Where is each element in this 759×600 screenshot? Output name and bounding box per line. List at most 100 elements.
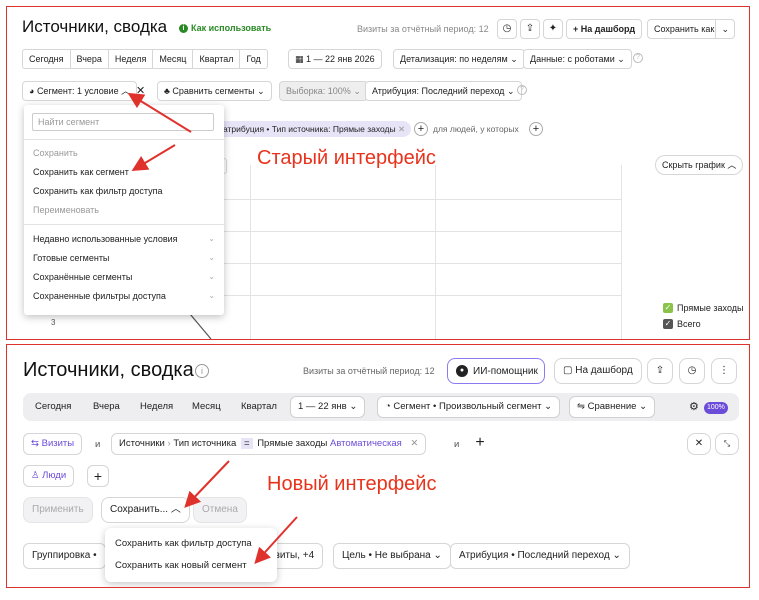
ready-segments-group[interactable]: Готовые сегменты ⌄ xyxy=(33,253,215,263)
help-link[interactable]: i Как использовать xyxy=(179,23,271,33)
saved-segments-group[interactable]: Сохранённые сегменты ⌄ xyxy=(33,272,215,282)
info-icon[interactable]: i xyxy=(195,364,209,378)
save-item[interactable]: Сохранить xyxy=(33,148,78,158)
date-range-button[interactable]: 1 — 22 янв ⌄ xyxy=(290,396,366,418)
period-quarter[interactable]: Квартал xyxy=(241,401,277,412)
save-as-button[interactable]: Сохранить как ⌄ xyxy=(647,19,735,39)
chevron-down-icon: ⌄ xyxy=(208,253,215,262)
period-year[interactable]: Год xyxy=(240,50,266,68)
close-icon[interactable]: ✕ xyxy=(687,433,711,455)
share-icon[interactable]: ⇪ xyxy=(520,19,540,39)
legend-direct[interactable]: ✓ Прямые заходы xyxy=(663,303,743,313)
close-icon[interactable]: ✕ xyxy=(410,438,418,449)
segment-label: Сегмент: 1 условие xyxy=(36,86,119,96)
sample-badge[interactable]: 100% xyxy=(704,402,728,414)
add-people-condition-button[interactable]: + xyxy=(87,465,109,487)
legend-direct-label: Прямые заходы xyxy=(677,303,744,313)
period-week[interactable]: Неделя xyxy=(140,401,173,412)
chevron-down-icon[interactable]: ⌄ xyxy=(715,20,729,38)
apply-button[interactable]: Применить xyxy=(23,497,93,523)
recent-conditions-group[interactable]: Недавно использованные условия ⌄ xyxy=(33,234,215,244)
pie-icon: ◕ xyxy=(29,86,37,96)
add-condition-button[interactable]: + xyxy=(469,433,491,455)
divider xyxy=(24,139,224,140)
grid-line xyxy=(250,165,251,339)
more-icon[interactable]: ⋮ xyxy=(711,358,737,384)
save-as-segment-item[interactable]: Сохранить как сегмент xyxy=(33,167,129,177)
period-yesterday[interactable]: Вчера xyxy=(71,50,109,68)
add-to-dashboard-button[interactable]: ▢ На дашборд xyxy=(554,358,642,384)
segment-button[interactable]: ◕ Сегмент: 1 условие ︿ xyxy=(22,81,138,101)
help-icon[interactable]: ? xyxy=(517,85,527,95)
hide-chart-label: Скрыть график xyxy=(662,160,725,170)
compare-segments-button[interactable]: ♣ Сравнить сегменты ⌄ xyxy=(157,81,272,101)
close-icon[interactable]: ✕ xyxy=(398,124,405,134)
rename-item[interactable]: Переименовать xyxy=(33,205,99,215)
save-as-filter-item[interactable]: Сохранить как фильтр доступа xyxy=(115,538,252,549)
close-icon[interactable]: ✕ xyxy=(136,84,145,97)
period-quarter[interactable]: Квартал xyxy=(193,50,241,68)
collapse-icon[interactable]: ⤡ xyxy=(715,433,739,455)
period-today[interactable]: Сегодня xyxy=(23,50,71,68)
sample-button[interactable]: Выборка: 100% ⌄ xyxy=(279,81,368,101)
save-button[interactable]: Сохранить... ︿ xyxy=(101,497,190,523)
saved-filters-group[interactable]: Сохраненные фильтры доступа ⌄ xyxy=(33,291,215,301)
period-month[interactable]: Месяц xyxy=(153,50,194,68)
period-selector[interactable]: Сегодня Вчера Неделя Месяц Квартал Год xyxy=(22,49,268,69)
checkbox-icon: ✓ xyxy=(663,319,673,329)
add-people-condition-button[interactable]: + xyxy=(529,122,543,136)
grid-line xyxy=(621,165,622,339)
goal-label: Цель • Не выбрана xyxy=(342,550,431,561)
period-yesterday[interactable]: Вчера xyxy=(93,401,120,412)
goal-button[interactable]: Цель • Не выбрана ⌄ xyxy=(333,543,451,569)
chevron-down-icon: ⌄ xyxy=(612,550,621,561)
checkbox-icon: ✓ xyxy=(663,303,673,313)
dashboard-icon: ▢ xyxy=(563,365,576,376)
save-as-filter-item[interactable]: Сохранить как фильтр доступа xyxy=(33,186,162,196)
chevron-down-icon: ⌄ xyxy=(639,401,648,412)
source-filter[interactable]: Источники › Тип источника = Прямые заход… xyxy=(111,433,427,455)
clock-icon[interactable]: ◷ xyxy=(679,358,705,384)
compare-pill[interactable]: ⇋ Сравнение ⌄ xyxy=(569,396,656,418)
settings-icon[interactable]: ⚙ xyxy=(689,400,699,413)
help-icon[interactable]: ? xyxy=(633,53,643,63)
filter-chip[interactable]: атрибуция • Тип источника: Прямые заходы… xyxy=(217,121,412,137)
period-week[interactable]: Неделя xyxy=(109,50,154,68)
share-icon[interactable]: ⇪ xyxy=(647,358,673,384)
save-as-segment-item[interactable]: Сохранить как новый сегмент xyxy=(115,560,247,571)
ai-assistant-button[interactable]: ● ИИ-помощник xyxy=(447,358,545,384)
chevron-down-icon: ⌄ xyxy=(506,86,515,96)
calendar-icon: ▦ xyxy=(295,54,307,64)
filter-chip-label: атрибуция • Тип источника: Прямые заходы xyxy=(223,124,396,134)
detail-select[interactable]: Детализация: по неделям ⌄ xyxy=(393,49,525,69)
segment-pill[interactable]: ◔ Сегмент • Произвольный сегмент ⌄ xyxy=(377,396,561,418)
period-today[interactable]: Сегодня xyxy=(35,401,71,412)
date-range-button[interactable]: ▦ 1 — 22 янв 2026 xyxy=(288,49,382,69)
period-month[interactable]: Месяц xyxy=(192,401,221,412)
add-to-dashboard-button[interactable]: + На дашборд xyxy=(566,19,643,39)
clock-icon[interactable]: ◷ xyxy=(497,19,517,39)
and-text: и xyxy=(454,439,460,450)
visits-counter: Визиты за отчётный период: 12 xyxy=(303,366,435,376)
chevron-down-icon: ⌄ xyxy=(433,550,442,561)
attribution-button[interactable]: Атрибуция • Последний переход ⌄ xyxy=(450,543,630,569)
ai-icon[interactable]: ✦ xyxy=(543,19,563,39)
chevron-up-icon: ︿ xyxy=(727,160,737,170)
cancel-button[interactable]: Отмена xyxy=(193,497,247,523)
data-select[interactable]: Данные: с роботами ⌄ xyxy=(523,49,632,69)
data-label: Данные: с роботами xyxy=(530,54,615,64)
attribution-button[interactable]: Атрибуция: Последний переход ⌄ xyxy=(365,81,522,101)
info-icon: i xyxy=(179,23,188,33)
legend-total[interactable]: ✓ Всего xyxy=(663,319,701,329)
people-tag[interactable]: ♙ Люди xyxy=(23,465,75,487)
add-condition-button[interactable]: + xyxy=(414,122,428,136)
chevron-down-icon: ⌄ xyxy=(208,291,215,300)
hide-chart-button[interactable]: Скрыть график ︿ xyxy=(655,155,744,175)
segment-search-input[interactable]: Найти сегмент xyxy=(32,113,214,131)
filter-mode[interactable]: Автоматическая xyxy=(330,438,402,449)
grouping-button[interactable]: Группировка • xyxy=(23,543,106,569)
compare-icon: ⇋ xyxy=(577,401,588,412)
segment-dropdown: Найти сегмент Сохранить Сохранить как се… xyxy=(24,105,224,315)
grid-line xyxy=(435,165,436,339)
visits-tag[interactable]: ⇆ Визиты xyxy=(23,433,83,455)
